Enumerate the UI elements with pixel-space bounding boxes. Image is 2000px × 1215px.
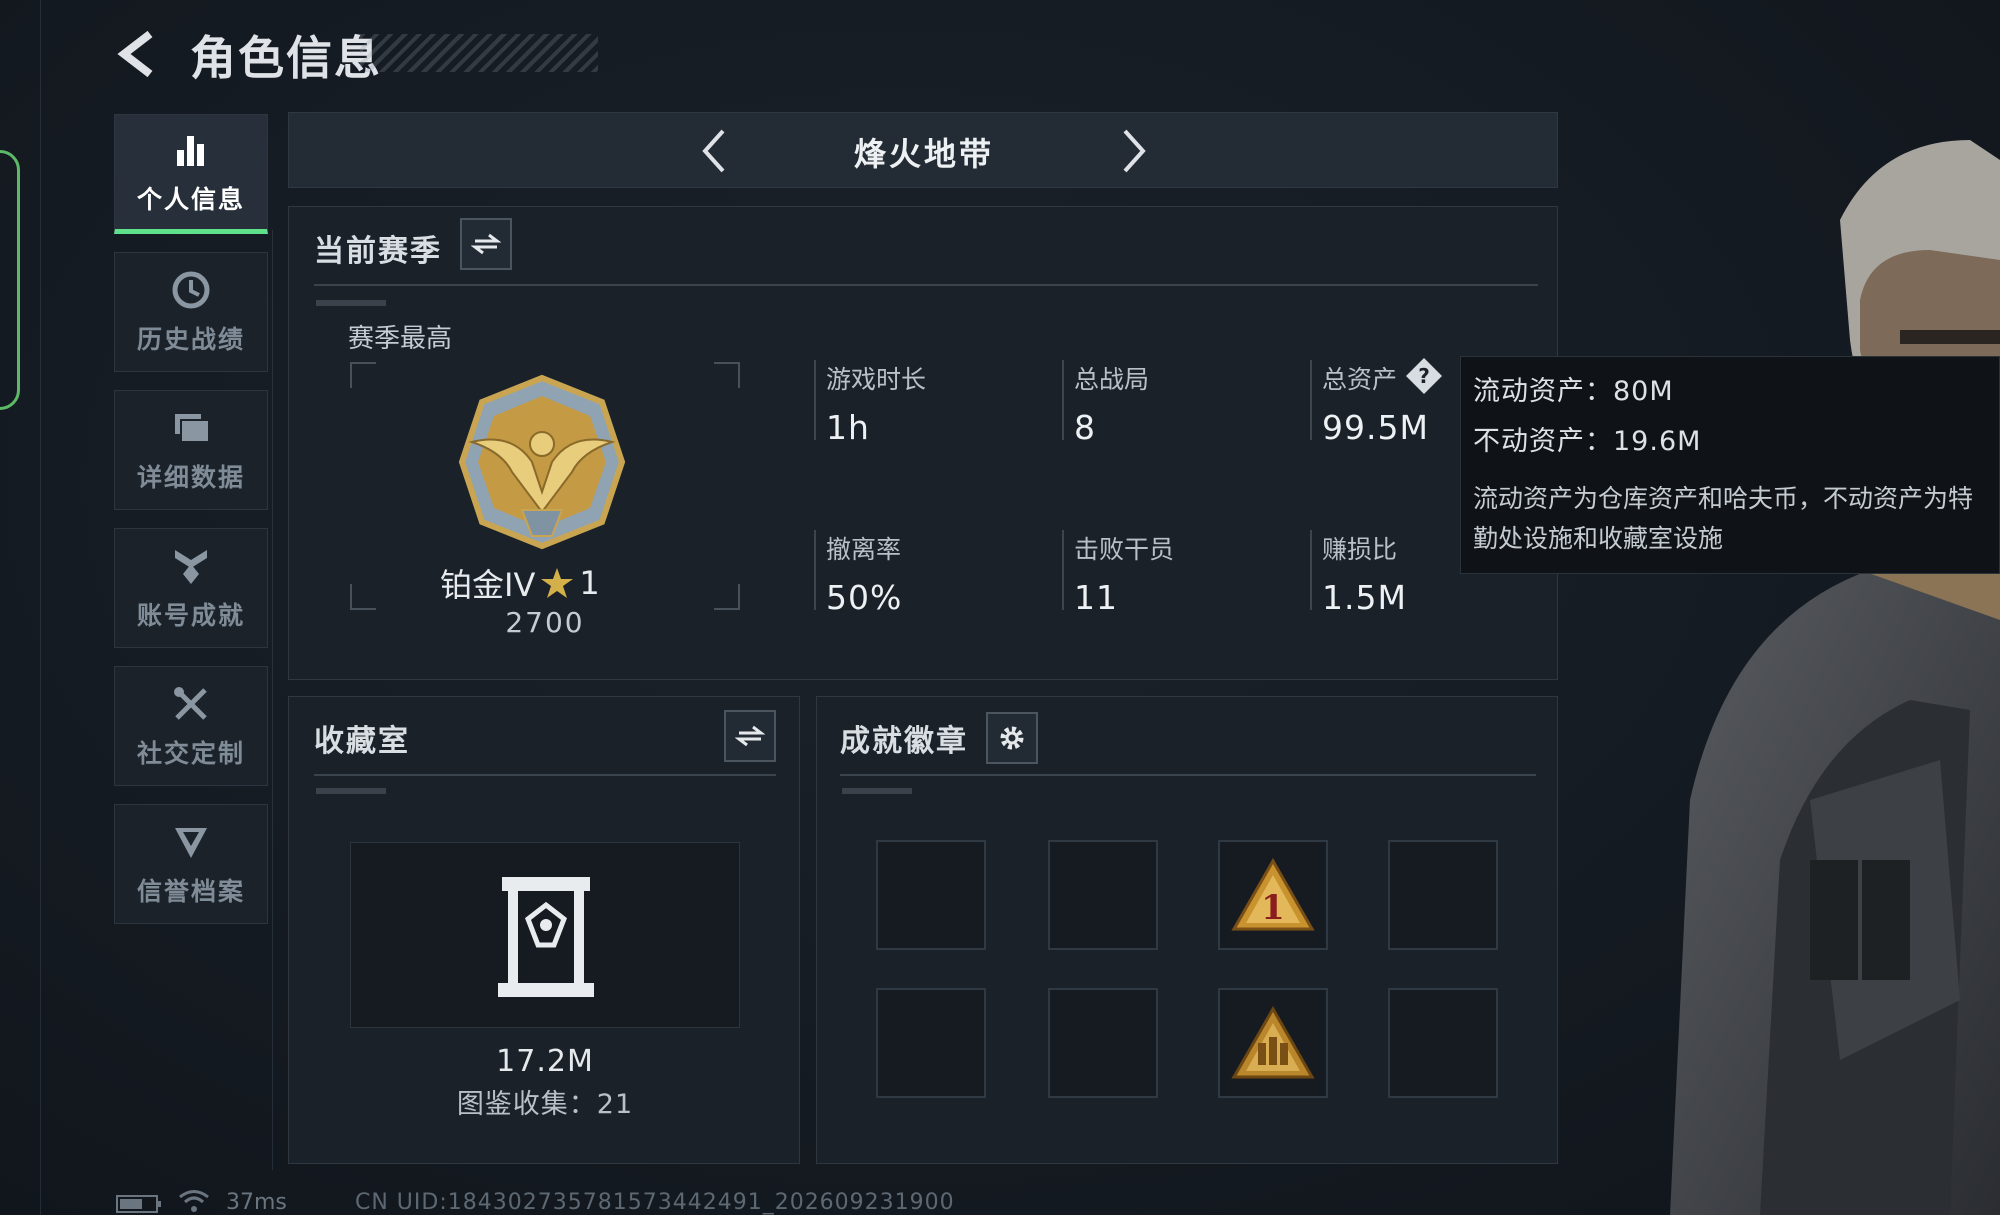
sidebar-item-detailed-data[interactable]: 详细数据 <box>114 390 268 510</box>
divider <box>314 284 1538 286</box>
season-panel-title: 当前赛季 <box>314 234 442 269</box>
tooltip-liquid-assets: 流动资产：80M <box>1473 376 1674 407</box>
stat-value: 1.5M <box>1322 578 1407 617</box>
badge-slot-empty[interactable] <box>1048 988 1158 1098</box>
decor-text <box>316 300 386 306</box>
bar-chart-icon <box>177 136 204 166</box>
badge-slot[interactable] <box>1218 988 1328 1098</box>
svg-text:?: ? <box>1418 364 1430 388</box>
collection-value: 17.2M <box>496 1044 594 1079</box>
divider <box>314 774 776 776</box>
sidebar-item-label: 账号成就 <box>136 601 245 630</box>
decor-text <box>316 788 386 794</box>
decor-line <box>272 230 273 1170</box>
wifi-icon <box>179 1190 209 1212</box>
page-title: 角色信息 <box>190 31 382 85</box>
assets-tooltip: 流动资产：80M 不动资产：19.6M 流动资产为仓库资产和哈夫币，不动资产为特… <box>1460 356 2000 574</box>
sidebar-item-history[interactable]: 历史战绩 <box>114 252 268 372</box>
sidebar-item-label: 详细数据 <box>136 463 245 492</box>
operator-character-portrait <box>1670 140 2000 1215</box>
wrench-icon <box>174 687 207 720</box>
stat-playtime: 游戏时长 1h <box>814 360 927 447</box>
collection-panel-title: 收藏室 <box>314 724 410 759</box>
squad-badge-icon <box>1231 1005 1315 1079</box>
stat-value: 99.5M <box>1322 408 1429 447</box>
back-button[interactable] <box>112 28 164 80</box>
chevron-right-icon <box>1123 129 1146 173</box>
stat-total-matches: 总战局 8 <box>1062 360 1150 447</box>
frame-corner <box>714 584 740 610</box>
stat-label: 游戏时长 <box>826 365 927 394</box>
frame-corner <box>714 362 740 388</box>
stat-label: 总战局 <box>1074 365 1150 394</box>
badge-slot-empty[interactable] <box>1048 840 1158 950</box>
badge-slot-empty[interactable] <box>1388 988 1498 1098</box>
back-arrow-icon <box>117 30 153 78</box>
rank-score: 2700 <box>505 606 585 639</box>
stat-value: 11 <box>1074 578 1118 617</box>
sidebar-item-label: 历史战绩 <box>136 325 245 354</box>
stat-label: 赚损比 <box>1322 535 1398 564</box>
sidebar-item-reputation[interactable]: 信誉档案 <box>114 804 268 924</box>
rank-stars: 1 <box>579 564 600 602</box>
tooltip-fixed-assets: 不动资产：19.6M <box>1473 426 1702 457</box>
stat-label: 击败干员 <box>1074 535 1175 564</box>
battery-icon <box>116 1195 161 1213</box>
sidebar-item-social[interactable]: 社交定制 <box>114 666 268 786</box>
divider <box>840 774 1536 776</box>
badges-settings-button[interactable] <box>986 712 1038 764</box>
svg-text:1: 1 <box>1261 888 1285 928</box>
frame-corner <box>350 362 376 388</box>
badges-panel-title: 成就徽章 <box>840 724 968 759</box>
swap-icon <box>471 233 501 255</box>
question-diamond-icon: ? <box>1406 358 1442 394</box>
achievement-icon <box>175 550 207 584</box>
badge-slot-empty[interactable] <box>1388 840 1498 950</box>
tooltip-description: 流动资产为仓库资产和哈夫币，不动资产为特勤处设施和收藏室设施 <box>1473 484 1974 553</box>
sidebar-item-personal-info[interactable]: 个人信息 <box>114 114 268 234</box>
swap-icon <box>735 725 765 747</box>
stat-profit-loss: 赚损比 1.5M <box>1310 530 1407 617</box>
network-ping: 37ms <box>226 1190 287 1215</box>
sidebar-item-label: 社交定制 <box>136 739 245 768</box>
mode-title: 烽火地带 <box>853 135 994 173</box>
clock-icon <box>172 271 210 309</box>
title-decoration <box>360 34 598 72</box>
sidebar-item-achievements[interactable]: 账号成就 <box>114 528 268 648</box>
stat-value: 50% <box>826 578 903 617</box>
season-switch-button[interactable] <box>460 218 512 270</box>
collection-count: 图鉴收集：21 <box>456 1089 634 1120</box>
shield-icon <box>175 828 207 858</box>
star-icon <box>541 568 574 598</box>
decor-text <box>842 788 912 794</box>
assets-help-button[interactable]: ? <box>1404 356 1444 396</box>
platinum-rank-emblem-icon <box>458 374 626 550</box>
rank-name: 铂金IV 1 <box>440 560 650 606</box>
rank-title: 铂金IV <box>440 566 536 604</box>
stat-label: 撤离率 <box>826 535 902 564</box>
season-peak-label: 赛季最高 <box>348 324 453 354</box>
badge-slot-empty[interactable] <box>876 988 986 1098</box>
badge-slot-empty[interactable] <box>876 840 986 950</box>
frame-corner <box>350 584 376 610</box>
folder-icon <box>175 414 210 443</box>
stat-operators-defeated: 击败干员 11 <box>1062 530 1175 617</box>
stat-value: 1h <box>826 408 870 447</box>
gear-icon <box>1000 726 1024 750</box>
stat-extract-rate: 撤离率 50% <box>814 530 902 617</box>
side-accent-bar <box>0 150 20 410</box>
stat-value: 8 <box>1074 408 1096 447</box>
player-uid: CN UID:184302735781573442491_20260923190… <box>355 1190 955 1215</box>
decor-line <box>40 0 41 1215</box>
sidebar-item-label: 个人信息 <box>136 185 245 214</box>
badge-slot[interactable]: 1 <box>1218 840 1328 950</box>
collection-switch-button[interactable] <box>724 710 776 762</box>
display-case-icon <box>498 877 594 997</box>
mode-next-button[interactable] <box>1107 125 1159 177</box>
mode-selector-bar: 烽火地带 <box>288 112 1558 188</box>
collection-showcase[interactable] <box>350 842 740 1028</box>
sidebar-item-label: 信誉档案 <box>136 877 245 906</box>
rank-1-badge-icon: 1 <box>1231 857 1315 931</box>
